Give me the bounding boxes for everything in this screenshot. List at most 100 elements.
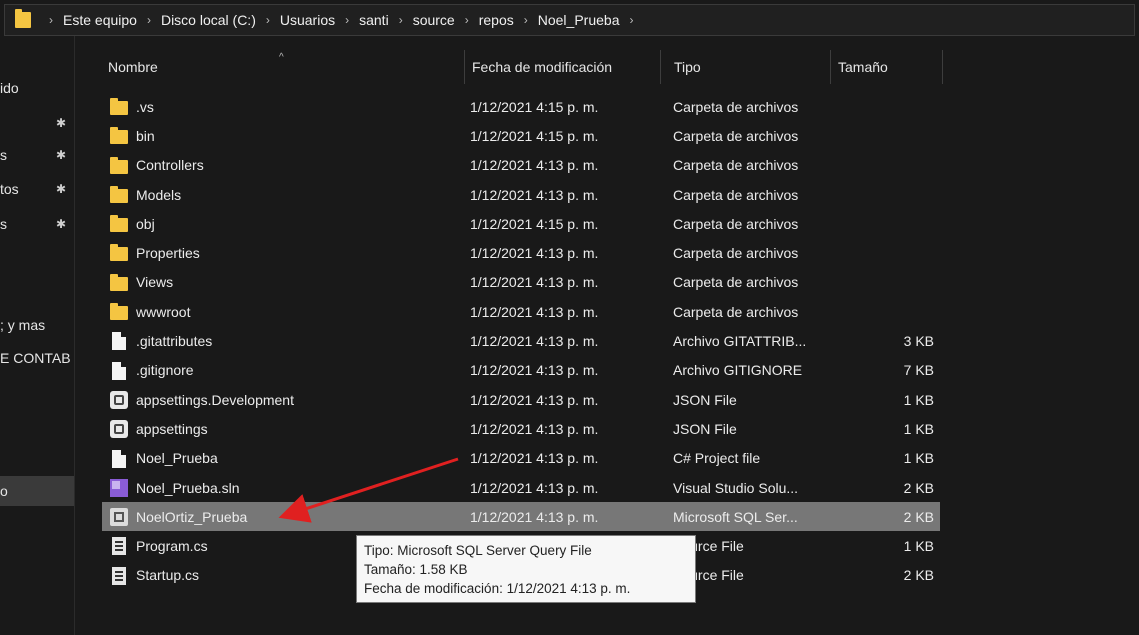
breadcrumb-item[interactable]: santi [359,12,389,28]
file-row[interactable]: appsettings.Development 1/12/2021 4:13 p.… [102,385,940,414]
sidebar-item[interactable]: s ✱ [0,212,74,236]
file-row[interactable]: .vs 1/12/2021 4:15 p. m. Carpeta de archiv… [102,92,940,121]
chevron-right-icon[interactable]: › [266,13,270,27]
json-file-icon [110,420,128,439]
file-type: Visual Studio Solu... [673,479,799,496]
file-type: Source File [673,538,744,555]
file-size: 7 KB [903,362,934,379]
file-date: 1/12/2021 4:13 p. m. [470,391,599,408]
column-divider[interactable] [942,50,943,84]
breadcrumb-item[interactable]: repos [479,12,514,28]
file-type: C# Project file [673,450,761,467]
chevron-right-icon[interactable]: › [147,13,151,27]
file-type: Carpeta de archivos [673,127,799,144]
file-type: Microsoft SQL Ser... [673,508,798,525]
json-file-icon [110,390,128,409]
sidebar-item[interactable]: s ✱ [0,143,74,167]
file-row[interactable]: obj 1/12/2021 4:15 p. m. Carpeta de archiv… [102,209,940,238]
folder-icon [110,127,128,145]
file-date: 1/12/2021 4:13 p. m. [470,479,599,496]
column-type[interactable]: Tipo [666,50,830,84]
file-row[interactable]: .gitignore 1/12/2021 4:13 p. m. Archivo GI… [102,356,940,385]
breadcrumb-item[interactable]: Este equipo [63,12,137,28]
sidebar-item[interactable]: ido [0,76,74,100]
file-type: Archivo GITIGNORE [673,362,803,379]
chevron-right-icon[interactable]: › [629,13,633,27]
file-name: appsettings.Development [136,391,294,408]
column-date[interactable]: Fecha de modificación [464,50,660,84]
file-name: wwwroot [136,303,191,320]
file-type: Carpeta de archivos [673,157,799,174]
sidebar-item[interactable]: tos ✱ [0,177,74,201]
column-size[interactable]: Tamaño [830,50,942,84]
file-date: 1/12/2021 4:13 p. m. [470,362,599,379]
file-row[interactable]: Controllers 1/12/2021 4:13 p. m. Carpeta d… [102,151,940,180]
file-date: 1/12/2021 4:13 p. m. [470,420,599,437]
sidebar-item[interactable]: ✱ [0,111,74,135]
breadcrumb-item[interactable]: Disco local (C:) [161,12,256,28]
breadcrumb: › Este equipo › Disco local (C:) › Usuarios › s… [39,12,643,28]
column-divider[interactable] [660,50,661,84]
file-date: 1/12/2021 4:15 p. m. [470,98,599,115]
cs-file-icon [112,537,126,556]
sidebar-item-label: E CONTAB [0,350,71,366]
file-icon [112,361,126,380]
pin-icon: ✱ [56,148,67,162]
file-name: Models [136,186,182,203]
file-row[interactable]: appsettings 1/12/2021 4:13 p. m. JSON File… [102,414,940,443]
file-row[interactable]: Noel_Prueba.sln 1/12/2021 4:13 p. m. Visua… [102,473,940,502]
file-name: Noel_Prueba.sln [136,479,240,496]
file-row[interactable]: Noel_Prueba 1/12/2021 4:13 p. m. C# Projec… [102,444,940,473]
file-size: 1 KB [903,420,934,437]
chevron-right-icon[interactable]: › [524,13,528,27]
navigation-pane[interactable]: ido ✱ s ✱ tos ✱ s ✱ ; y mas E CONTAB o [0,36,75,635]
tooltip-date: Fecha de modificación: 1/12/2021 4:13 p.… [364,581,631,596]
chevron-right-icon[interactable]: › [345,13,349,27]
file-tooltip: Tipo: Microsoft SQL Server Query File Ta… [356,535,696,603]
folder-icon [15,9,31,28]
column-date-label: Fecha de modificación [472,59,613,75]
folder-icon [110,215,128,233]
file-row[interactable]: bin 1/12/2021 4:15 p. m. Carpeta de archiv… [102,121,940,150]
file-row[interactable]: .gitattributes 1/12/2021 4:13 p. m. Archiv… [102,326,940,355]
sidebar-item-label: s [0,216,7,232]
file-type: Archivo GITATTRIB... [673,333,807,350]
file-type: Carpeta de archivos [673,303,799,320]
file-row[interactable]: NoelOrtiz_Prueba 1/12/2021 4:13 p. m. Micr… [102,502,940,532]
sln-file-icon [110,478,128,497]
file-name: Properties [136,245,200,262]
folder-icon [110,185,128,203]
breadcrumb-item[interactable]: source [413,12,455,28]
chevron-right-icon[interactable]: › [465,13,469,27]
column-name-label: Nombre [108,59,158,75]
folder-icon [110,98,128,115]
file-row[interactable]: Models 1/12/2021 4:13 p. m. Carpeta de arc… [102,180,940,209]
folder-icon [110,244,128,262]
chevron-right-icon[interactable]: › [49,13,53,27]
sidebar-item[interactable]: ; y mas [0,313,74,337]
pin-icon: ✱ [56,182,67,196]
chevron-right-icon[interactable]: › [399,13,403,27]
file-size: 1 KB [903,450,934,467]
column-size-label: Tamaño [838,59,888,75]
file-row[interactable]: Properties 1/12/2021 4:13 p. m. Carpeta de… [102,238,940,267]
file-name: .vs [136,98,154,115]
column-type-label: Tipo [674,59,701,75]
breadcrumb-item[interactable]: Usuarios [280,12,335,28]
sidebar-item[interactable]: E CONTAB [0,346,74,370]
address-bar[interactable]: › Este equipo › Disco local (C:) › Usuarios › s… [4,4,1135,36]
file-icon [112,332,126,351]
file-row[interactable]: wwwroot 1/12/2021 4:13 p. m. Carpeta de ar… [102,297,940,326]
pin-icon: ✱ [56,217,67,231]
sidebar-item-label: tos [0,181,19,197]
file-row[interactable]: Views 1/12/2021 4:13 p. m. Carpeta de arch… [102,268,940,297]
file-name: NoelOrtiz_Prueba [136,508,248,525]
tooltip-type: Tipo: Microsoft SQL Server Query File [364,543,592,558]
file-size: 2 KB [903,567,934,584]
column-name[interactable]: Nombre [100,50,462,84]
breadcrumb-item[interactable]: Noel_Prueba [538,12,620,28]
file-date: 1/12/2021 4:13 p. m. [470,245,599,262]
column-header: ^ Nombre Fecha de modificación Tipo Tama… [96,50,946,84]
file-name: obj [136,215,155,232]
sidebar-item-selected[interactable]: o [0,476,74,506]
